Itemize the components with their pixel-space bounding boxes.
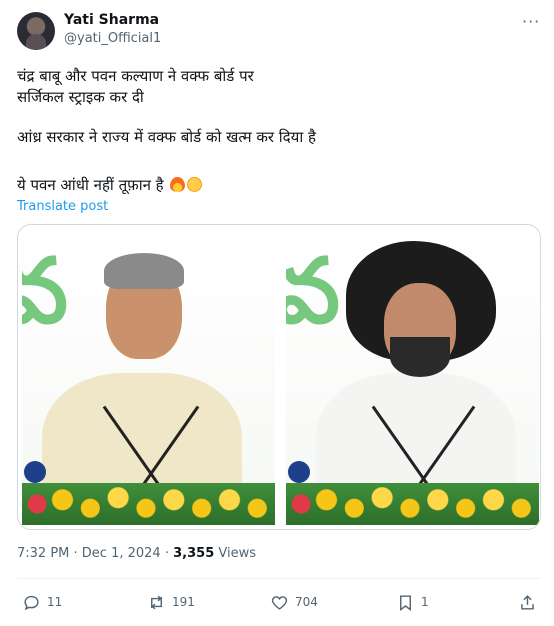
tweet-text-line-2: सर्जिकल स्ट्राइक कर दी [17, 88, 144, 106]
more-options-icon[interactable]: ··· [522, 12, 540, 31]
author-handle[interactable]: @yati_Official1 [64, 31, 161, 46]
bookmark-button[interactable]: 1 [396, 591, 429, 613]
share-icon [521, 594, 534, 610]
repost-button[interactable]: 191 [147, 591, 195, 613]
divider [17, 578, 541, 579]
views-label: Views [214, 546, 257, 561]
tweet-text-line-1: चंद्र बाबू और पवन कल्याण ने वक्फ बोर्ड प… [17, 67, 254, 85]
background-logo-graphic: వ [22, 239, 68, 366]
repost-count: 191 [172, 595, 195, 609]
speaker-hair [104, 253, 184, 289]
tweet-time[interactable]: 7:32 PM [17, 546, 69, 561]
flower-decoration [22, 483, 275, 525]
bookmark-count: 1 [421, 595, 429, 609]
reply-button[interactable]: 11 [22, 591, 62, 613]
background-logo-graphic: వ [286, 239, 340, 366]
meta-separator: · [160, 546, 174, 561]
tweet-card: Yati Sharma @yati_Official1 ··· चंद्र बा… [0, 0, 554, 626]
tweet-metadata: 7:32 PM · Dec 1, 2024 · 3,355 Views [17, 546, 256, 561]
tweet-text-line-4-wrapper: ये पवन आंधी नहीं तूफ़ान है [17, 175, 203, 195]
heart-icon [271, 595, 288, 610]
views-count: 3,355 [173, 546, 215, 561]
like-count: 704 [295, 595, 318, 609]
meta-separator: · [69, 546, 82, 561]
share-button[interactable] [518, 591, 543, 613]
tweet-text-line-3: आंध्र सरकार ने राज्य में वक्फ बोर्ड को ख… [17, 128, 316, 146]
speaker-left-photo[interactable]: వ [22, 233, 275, 525]
avatar[interactable] [17, 12, 55, 50]
tweet-date[interactable]: Dec 1, 2024 [82, 546, 161, 561]
speaker-beard [390, 337, 450, 377]
flower-decoration [286, 483, 539, 525]
podium-logo [288, 461, 310, 483]
bookmark-icon [400, 594, 411, 611]
fire-emoji-icon [170, 177, 186, 192]
author-name[interactable]: Yati Sharma [64, 12, 159, 28]
saluting-face-emoji-icon [187, 177, 203, 192]
translate-post-link[interactable]: Translate post [17, 199, 108, 214]
media-container[interactable]: వ వ [17, 224, 541, 530]
like-button[interactable]: 704 [270, 591, 318, 613]
speaker-right-photo[interactable]: వ [286, 233, 539, 525]
podium-logo [24, 461, 46, 483]
reply-icon [24, 595, 39, 610]
reply-count: 11 [47, 595, 63, 609]
repost-icon [151, 595, 162, 609]
tweet-text-line-4: ये पवन आंधी नहीं तूफ़ान है [17, 176, 164, 194]
